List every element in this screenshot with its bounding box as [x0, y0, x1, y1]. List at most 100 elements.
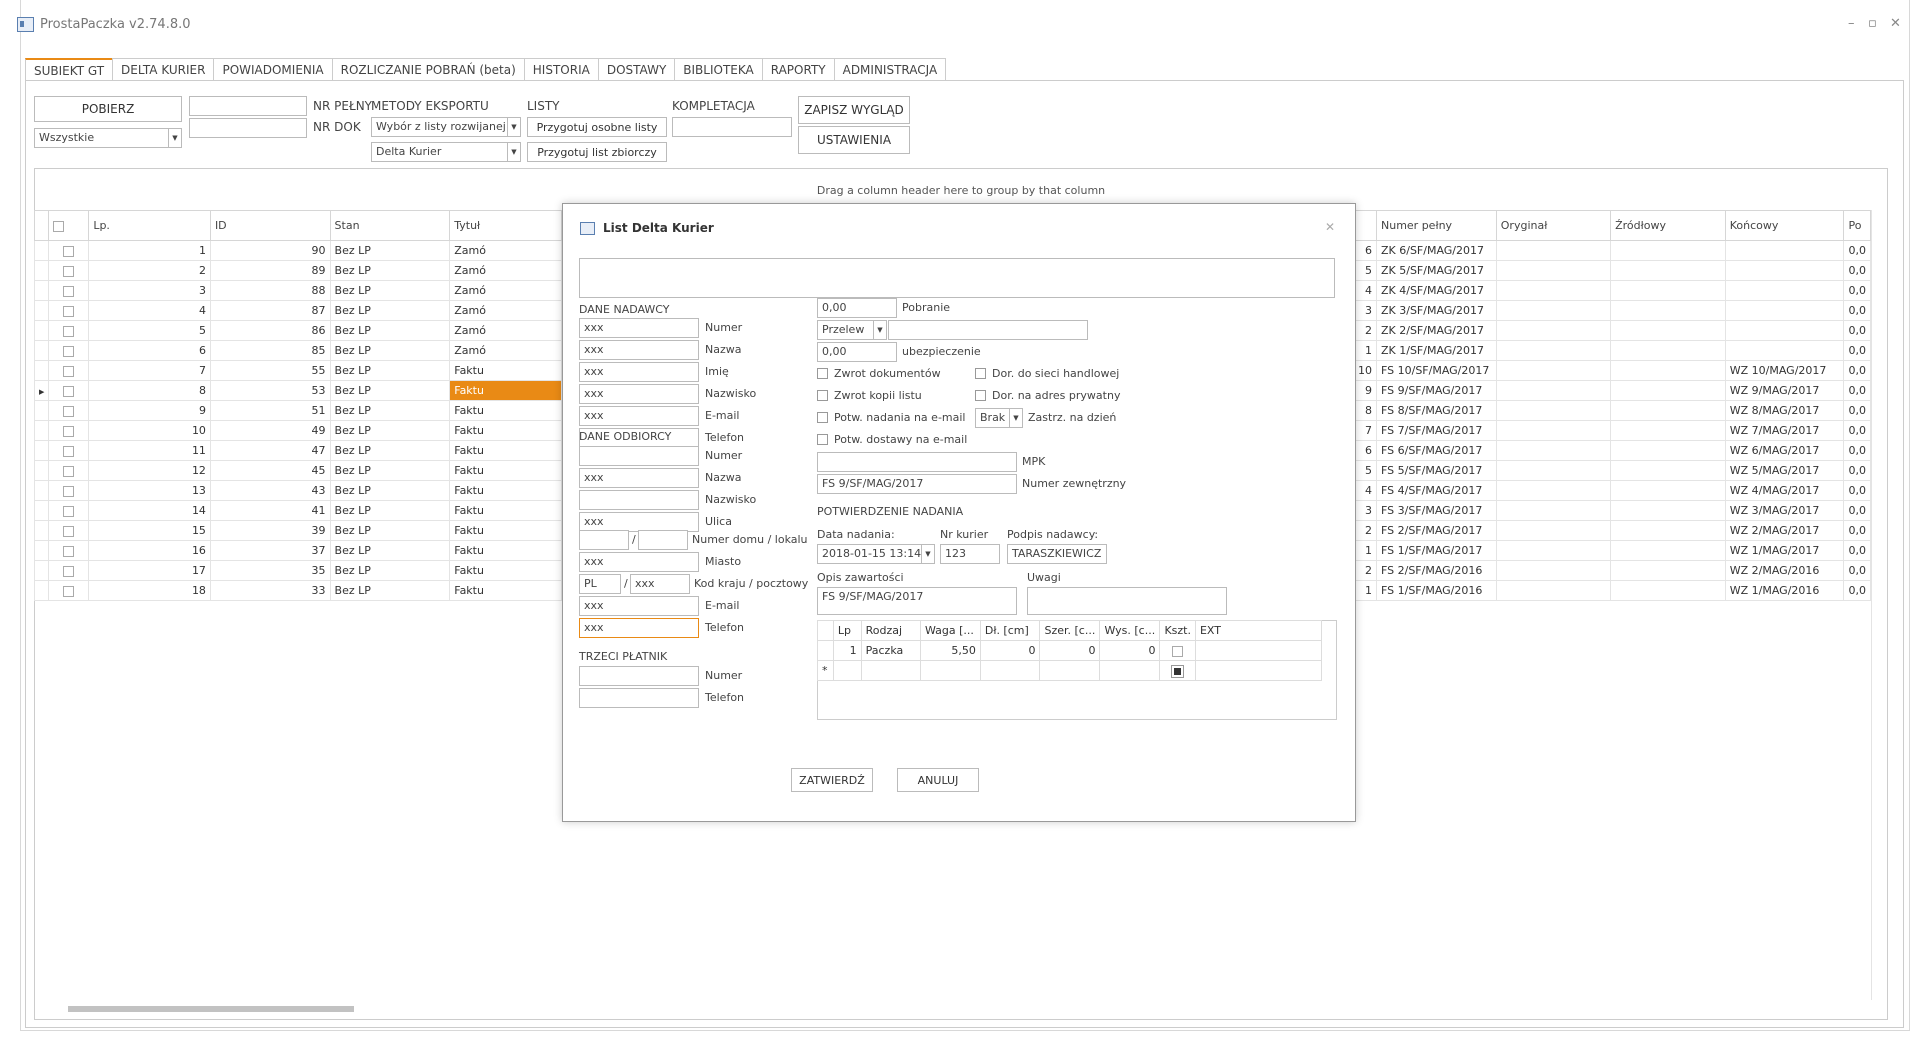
nr-dok-input[interactable]	[189, 118, 307, 138]
row-checkbox[interactable]	[63, 305, 75, 317]
row-checkbox[interactable]	[63, 425, 75, 437]
cell-tytul[interactable]: Faktu	[449, 440, 562, 461]
pobranie-input[interactable]: 0,00	[817, 298, 897, 318]
tab-subiekt-gt[interactable]: SUBIEKT GT	[25, 58, 114, 81]
ustawienia-button[interactable]: USTAWIENIA	[798, 126, 910, 154]
opis-zawartosci-input[interactable]: FS 9/SF/MAG/2017	[817, 587, 1017, 615]
column-header-koncowy[interactable]: Końcowy	[1724, 210, 1845, 241]
table-row[interactable]: 5 ZK 5/SF/MAG/2017 0,0	[1353, 260, 1871, 281]
new-rodzaj[interactable]	[860, 660, 921, 681]
kod-pocztowy-input[interactable]: xxx	[630, 574, 690, 594]
row-select-cell[interactable]	[48, 240, 90, 261]
table-row[interactable]: 1 FS 1/SF/MAG/2017 WZ 1/MAG/2017 0,0	[1353, 540, 1871, 561]
pk-header-szer[interactable]: Szer. [c...	[1039, 620, 1101, 641]
mpk-input[interactable]	[817, 452, 1017, 472]
cell-tytul[interactable]: Faktu	[449, 500, 562, 521]
table-row[interactable]: 9 51 Bez LP Faktu	[33, 400, 562, 421]
table-row[interactable]: 1 ZK 1/SF/MAG/2017 0,0	[1353, 340, 1871, 361]
table-row[interactable]: 3 FS 3/SF/MAG/2017 WZ 3/MAG/2017 0,0	[1353, 500, 1871, 521]
select-all-checkbox[interactable]	[53, 220, 65, 232]
table-row[interactable]: 18 33 Bez LP Faktu	[33, 580, 562, 601]
new-ksztalt-cell[interactable]	[1159, 660, 1196, 681]
horizontal-scrollbar[interactable]	[54, 1003, 1879, 1015]
zastrzezenie-select[interactable]: Brak ▼	[975, 408, 1023, 428]
tab-biblioteka[interactable]: BIBLIOTEKA	[674, 58, 763, 80]
package-ksztalt-checkbox[interactable]	[1172, 645, 1184, 657]
new-lp[interactable]	[832, 660, 862, 681]
table-row[interactable]: ▶ 8 53 Bez LP Faktu	[33, 380, 562, 401]
nr-pelny-input[interactable]	[189, 96, 307, 116]
table-row[interactable]: 3 88 Bez LP Zamó	[33, 280, 562, 301]
nadawca-field-input[interactable]: xxx	[579, 406, 699, 426]
row-checkbox[interactable]	[63, 525, 75, 537]
row-checkbox[interactable]	[63, 485, 75, 497]
row-checkbox[interactable]	[63, 285, 75, 297]
row-checkbox[interactable]	[63, 325, 75, 337]
cell-tytul[interactable]: Faktu	[449, 480, 562, 501]
cell-tytul[interactable]: Zamó	[449, 240, 562, 261]
dialog-top-textbox[interactable]	[579, 258, 1335, 298]
trzeci-telefon-input[interactable]	[579, 688, 699, 708]
cell-tytul[interactable]: Zamó	[449, 260, 562, 281]
package-ksztalt-cell[interactable]	[1159, 640, 1196, 661]
table-row[interactable]: 5 86 Bez LP Zamó	[33, 320, 562, 341]
table-row[interactable]: 4 ZK 4/SF/MAG/2017 0,0	[1353, 280, 1871, 301]
odbiorca-field-input[interactable]: xxx	[579, 468, 699, 488]
row-select-cell[interactable]	[48, 420, 90, 441]
table-row[interactable]: 2 89 Bez LP Zamó	[33, 260, 562, 281]
table-row[interactable]: 11 47 Bez LP Faktu	[33, 440, 562, 461]
table-row[interactable]: 10 49 Bez LP Faktu	[33, 420, 562, 441]
column-header-stan[interactable]: Stan	[329, 210, 451, 241]
odbiorca-email-input[interactable]: xxx	[579, 596, 699, 616]
column-header-po[interactable]: Po	[1843, 210, 1871, 241]
close-icon[interactable]: ✕	[1890, 16, 1901, 31]
cell-tytul[interactable]: Zamó	[449, 320, 562, 341]
row-select-cell[interactable]	[48, 320, 90, 341]
pk-header-ext[interactable]: EXT	[1194, 620, 1323, 641]
table-row[interactable]: 1 FS 1/SF/MAG/2016 WZ 1/MAG/2016 0,0	[1353, 580, 1871, 601]
uwagi-input[interactable]	[1027, 587, 1227, 615]
row-checkbox[interactable]	[63, 385, 75, 397]
package-rodzaj[interactable]: Paczka	[860, 640, 921, 661]
row-checkbox[interactable]	[63, 465, 75, 477]
column-header-nr[interactable]	[1353, 210, 1377, 241]
package-row[interactable]: 1 Paczka 5,50 0 0 0	[817, 640, 1323, 661]
row-select-cell[interactable]	[48, 380, 90, 401]
numer-lokalu-input[interactable]	[638, 530, 688, 550]
tab-delta-kurier[interactable]: DELTA KURIER	[112, 58, 215, 80]
package-dl[interactable]: 0	[979, 640, 1041, 661]
cell-tytul[interactable]: Faktu	[449, 380, 562, 401]
new-wys[interactable]	[1099, 660, 1161, 681]
row-checkbox[interactable]	[63, 265, 75, 277]
odbiorca-field-input[interactable]: xxx	[579, 512, 699, 532]
tab-dostawy[interactable]: DOSTAWY	[597, 58, 676, 80]
table-row[interactable]: 7 FS 7/SF/MAG/2017 WZ 7/MAG/2017 0,0	[1353, 420, 1871, 441]
nr-kurier-input[interactable]: 123	[940, 544, 1000, 564]
row-select-cell[interactable]	[48, 260, 90, 281]
row-select-cell[interactable]	[48, 360, 90, 381]
row-select-cell[interactable]	[48, 560, 90, 581]
row-select-cell[interactable]	[48, 540, 90, 561]
row-select-cell[interactable]	[48, 480, 90, 501]
ubezpieczenie-input[interactable]: 0,00	[817, 342, 897, 362]
vertical-scrollbar[interactable]	[1871, 210, 1885, 1000]
table-row[interactable]: 6 ZK 6/SF/MAG/2017 0,0	[1353, 240, 1871, 261]
minimize-icon[interactable]: –	[1848, 16, 1855, 31]
table-row[interactable]: 16 37 Bez LP Faktu	[33, 540, 562, 561]
cell-tytul[interactable]: Faktu	[449, 560, 562, 581]
table-row[interactable]: 1 90 Bez LP Zamó	[33, 240, 562, 261]
row-select-cell[interactable]	[48, 500, 90, 521]
table-row[interactable]: 2 FS 2/SF/MAG/2017 WZ 2/MAG/2017 0,0	[1353, 520, 1871, 541]
nadawca-field-input[interactable]: xxx	[579, 340, 699, 360]
numer-domu-input[interactable]	[579, 530, 629, 550]
numer-zewnetrzny-input[interactable]: FS 9/SF/MAG/2017	[817, 474, 1017, 494]
nadawca-field-input[interactable]: xxx	[579, 362, 699, 382]
data-nadania-picker[interactable]: 2018-01-15 13:14 ▼	[817, 544, 935, 564]
status-filter-select[interactable]: Wszystkie ▼	[34, 128, 182, 148]
table-row[interactable]: 14 41 Bez LP Faktu	[33, 500, 562, 521]
column-header-lp[interactable]: Lp.	[88, 210, 211, 241]
table-row[interactable]: 4 FS 4/SF/MAG/2017 WZ 4/MAG/2017 0,0	[1353, 480, 1871, 501]
metody-eksportu-select[interactable]: Wybór z listy rozwijanej ▼	[371, 117, 521, 137]
table-row[interactable]: 6 FS 6/SF/MAG/2017 WZ 6/MAG/2017 0,0	[1353, 440, 1871, 461]
cell-tytul[interactable]: Zamó	[449, 280, 562, 301]
